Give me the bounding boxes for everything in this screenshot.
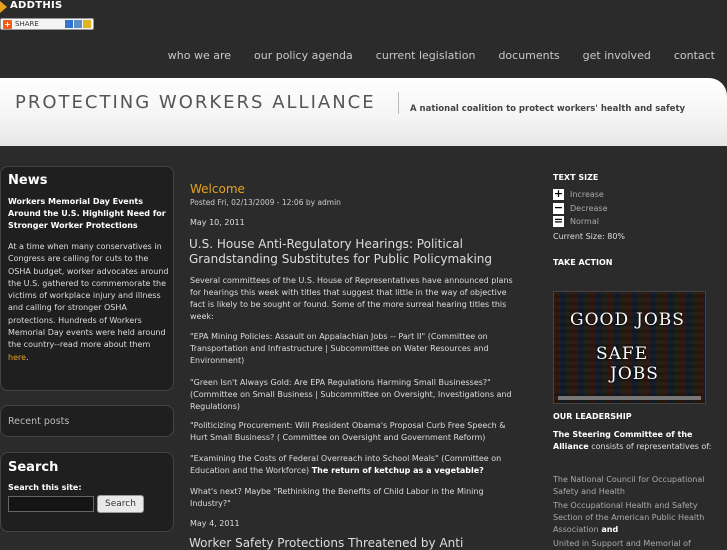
title-divider (398, 92, 399, 114)
share-button[interactable]: + SHARE (0, 18, 94, 30)
text-size-decrease[interactable]: − Decrease (553, 201, 608, 214)
page-title: Welcome (190, 182, 245, 196)
equals-icon: = (553, 214, 564, 227)
article-date: May 4, 2011 (190, 519, 240, 528)
news-body-end: . (26, 352, 29, 362)
article-date: May 10, 2011 (190, 218, 245, 227)
steering-committee-text: The Steering Committee of the Alliance c… (553, 429, 713, 453)
org-and: and (598, 525, 619, 534)
share-label: SHARE (15, 20, 39, 28)
article-paragraph: "EPA Mining Policies: Assault on Appalac… (190, 332, 489, 365)
good-jobs-safe-jobs-poster[interactable]: GOOD JOBS SAFE JOBS (553, 291, 706, 404)
news-headline-link[interactable]: Workers Memorial Day Events Around the U… (8, 196, 168, 232)
addthis-arrow-icon (0, 1, 7, 13)
poster-word: SAFE (596, 344, 649, 364)
poster-footer-strip (558, 396, 701, 400)
org-item: The Occupational Health and Safety Secti… (553, 500, 718, 536)
text-size-heading: TEXT SIZE (553, 173, 599, 182)
nav-get-involved[interactable]: get involved (583, 49, 651, 62)
article-paragraph: Several committees of the U.S. House of … (190, 276, 513, 321)
plus-icon: + (3, 19, 12, 29)
delicious-icon (65, 20, 73, 28)
increase-label: Increase (570, 190, 604, 199)
article-paragraph: What's next? Maybe "Rethinking the Benef… (190, 487, 484, 508)
poster-word: JOBS (636, 310, 685, 330)
post-meta: Posted Fri, 02/13/2009 - 12:06 by admin (190, 198, 341, 207)
take-action-heading: TAKE ACTION (553, 258, 613, 267)
search-input[interactable] (8, 496, 94, 512)
search-heading: Search (8, 460, 59, 475)
nav-current-legislation[interactable]: current legislation (376, 49, 476, 62)
paragraph-bold-text: The return of ketchup as a vegetable? (311, 466, 484, 475)
news-heading: News (8, 173, 48, 188)
article-title-link[interactable]: U.S. House Anti-Regulatory Hearings: Pol… (189, 237, 519, 267)
addthis-title: ADDTHIS (10, 0, 63, 11)
news-read-more-link[interactable]: here (8, 353, 26, 362)
org-link[interactable]: United in Support and Memorial of (553, 538, 718, 550)
digg-icon (74, 20, 82, 28)
poster-word: GOOD (570, 310, 630, 330)
org-link[interactable]: The Occupational Health and Safety Secti… (553, 501, 704, 534)
normal-label: Normal (570, 217, 599, 226)
article-paragraph: "Examining the Costs of Federal Overreac… (190, 453, 520, 477)
nav-documents[interactable]: documents (498, 49, 559, 62)
article-title-link[interactable]: Worker Safety Protections Threatened by … (189, 536, 519, 550)
poster-word: JOBS (610, 364, 659, 384)
nav-contact[interactable]: contact (674, 49, 715, 62)
news-body: At a time when many conservatives in Con… (8, 241, 170, 364)
text-size-normal[interactable]: = Normal (553, 214, 599, 227)
org-link[interactable]: The National Council for Occupational Sa… (553, 474, 718, 498)
nav-policy-agenda[interactable]: our policy agenda (254, 49, 353, 62)
text-size-increase[interactable]: + Increase (553, 187, 604, 200)
article-paragraph: "Politicizing Procurement: Will Presiden… (190, 421, 506, 442)
site-title[interactable]: PROTECTING WORKERS ALLIANCE (15, 92, 376, 113)
search-label: Search this site: (8, 483, 82, 492)
search-button[interactable]: Search (97, 495, 144, 513)
bookmark-icon (83, 20, 91, 28)
recent-posts-link[interactable]: Recent posts (8, 416, 69, 427)
minus-icon: − (553, 201, 564, 214)
article-paragraph: "Green Isn't Always Gold: Are EPA Regula… (190, 378, 512, 411)
nav-who-we-are[interactable]: who we are (168, 49, 231, 62)
current-text-size: Current Size: 80% (553, 232, 626, 241)
steering-rest: consists of representatives of: (588, 442, 712, 451)
site-tagline: A national coalition to protect workers'… (410, 104, 686, 114)
plus-icon: + (553, 187, 564, 200)
decrease-label: Decrease (570, 204, 608, 213)
main-nav: who we are our policy agenda current leg… (145, 49, 727, 62)
news-body-text: At a time when many conservatives in Con… (8, 242, 169, 350)
share-service-icons (65, 20, 91, 28)
leadership-heading: OUR LEADERSHIP (553, 412, 632, 421)
